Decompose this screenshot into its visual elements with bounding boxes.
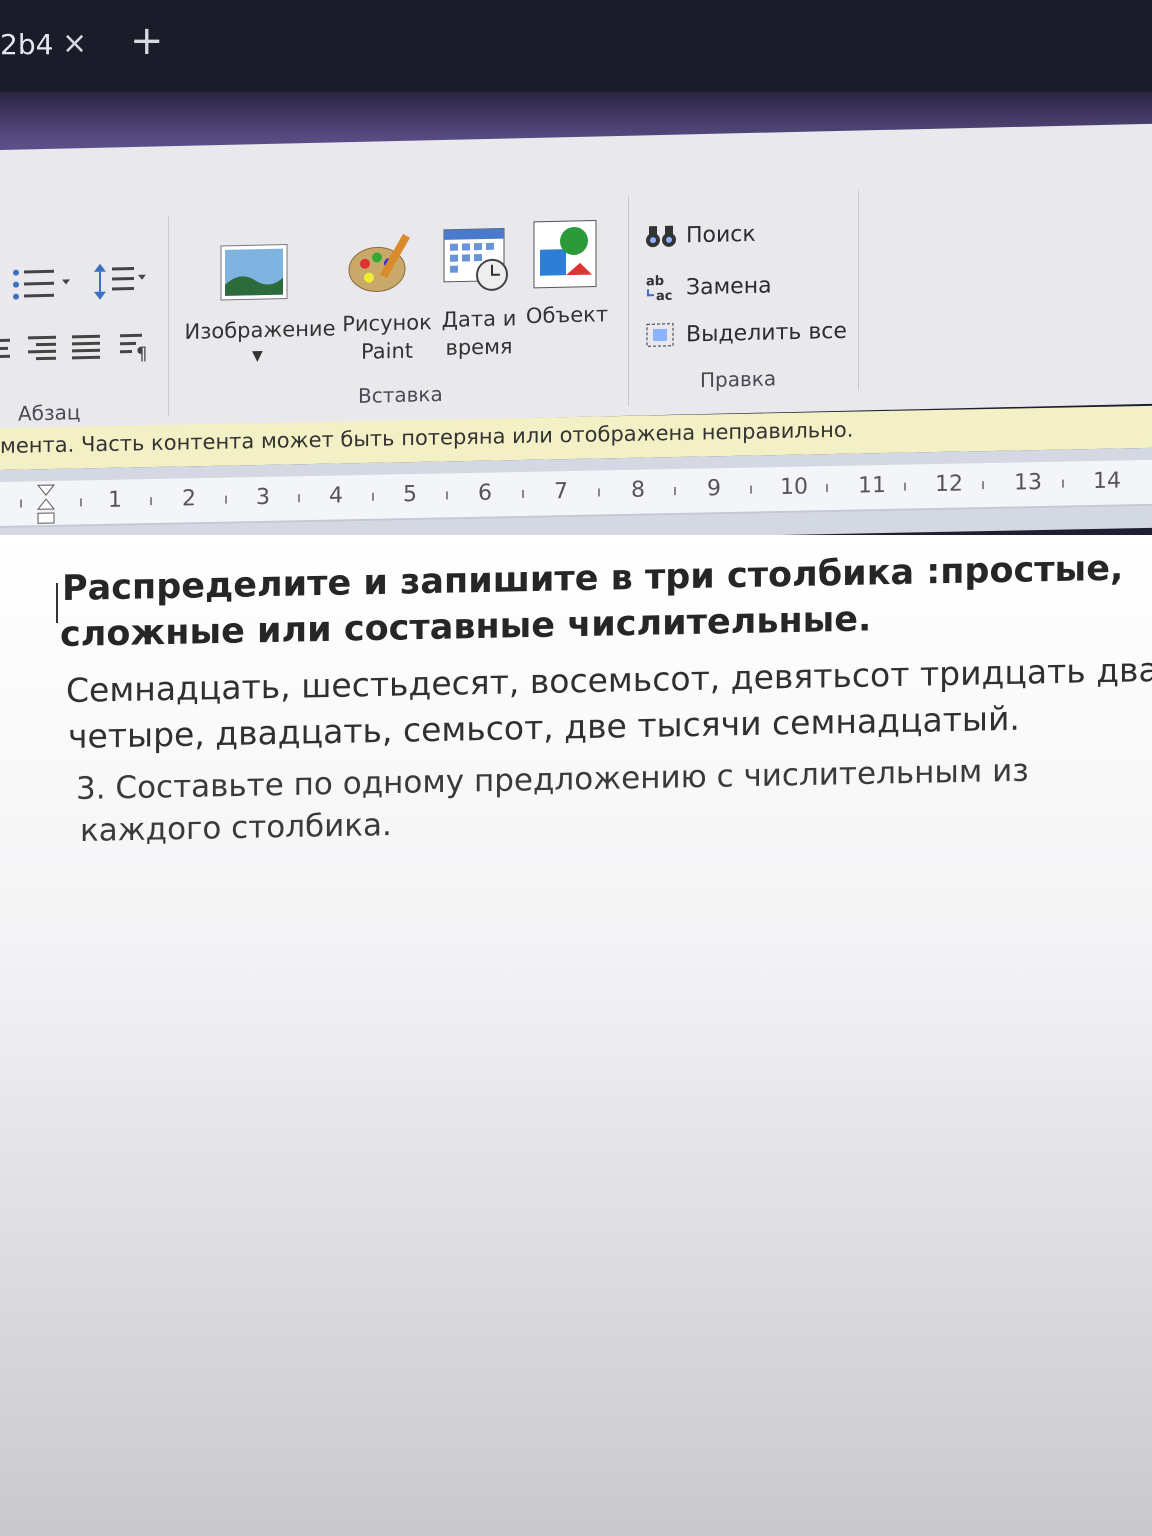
find-label: Поиск (686, 221, 756, 248)
select-all-icon (646, 323, 674, 347)
ruler-number: 7 (554, 479, 568, 505)
datetime-button-line2[interactable]: время (434, 332, 524, 362)
new-tab-icon[interactable]: + (130, 18, 164, 64)
ruler-tick (372, 492, 374, 501)
group-separator (628, 195, 629, 406)
ruler-number: 4 (329, 483, 343, 509)
select-all-label: Выделить все (686, 318, 847, 347)
text-cursor (56, 583, 58, 623)
select-all-button[interactable]: Выделить все (644, 317, 847, 350)
heading-line-2[interactable]: сложные или составные числительные. (60, 599, 871, 655)
task-line-1[interactable]: 3. Составьте по одному предложению с чис… (76, 753, 1029, 807)
ruler-number: 12 (935, 471, 963, 498)
edit-group-label: Правка (700, 366, 777, 393)
ruler-number: 1 (108, 487, 122, 513)
object-button[interactable]: Объект (522, 300, 612, 330)
ruler-tick (904, 482, 906, 491)
paragraph-settings-icon[interactable]: ¶ (118, 332, 154, 365)
ruler-number: 6 (478, 480, 492, 506)
close-tab-icon[interactable]: × (62, 26, 87, 61)
calendar-clock-icon[interactable] (442, 226, 512, 294)
ruler-tick (446, 491, 448, 500)
ruler-number: 11 (858, 472, 886, 499)
align-justify-icon[interactable] (70, 333, 102, 364)
ruler-tick (598, 488, 600, 497)
group-separator (858, 190, 859, 391)
edit-group: Поиск ab ac Замена Выделить все Правка (630, 130, 860, 415)
find-button[interactable]: Поиск (644, 221, 756, 250)
svg-text:ab: ab (646, 274, 664, 289)
align-right-icon[interactable] (26, 334, 58, 365)
datetime-button-line1[interactable]: Дата и (434, 304, 524, 334)
svg-text:¶: ¶ (136, 344, 147, 365)
ruler-number: 14 (1093, 468, 1121, 495)
bullet-list-icon[interactable] (8, 263, 78, 305)
ruler-tick (298, 494, 300, 503)
align-left-icon[interactable] (0, 335, 12, 365)
paragraph-group: ¶ Абзац (0, 146, 165, 430)
ribbon: ¶ Абзац Изображение ▼ Рисунок Paint Дата… (0, 123, 1152, 431)
ruler-number: 5 (403, 481, 417, 508)
binoculars-icon (646, 225, 676, 248)
object-icon[interactable] (532, 218, 598, 289)
ruler-tick (750, 485, 752, 494)
replace-button[interactable]: ab ac Замена (644, 270, 772, 303)
task-line-2[interactable]: каждого столбика. (80, 807, 392, 849)
ruler-tick (674, 487, 676, 496)
insert-group-label: Вставка (358, 381, 443, 408)
ruler-number: 10 (780, 474, 808, 501)
ruler-tick (982, 481, 984, 490)
document-page[interactable]: Распределите и запишите в три столбика :… (0, 535, 1152, 1536)
paint-palette-icon[interactable] (345, 229, 417, 297)
ruler-tick (150, 497, 152, 506)
browser-tab-bar: 2b4 × + (0, 0, 1152, 92)
image-dropdown-icon[interactable]: ▼ (252, 342, 263, 370)
heading-line-1[interactable]: Распределите и запишите в три столбика :… (62, 549, 1123, 609)
replace-label: Замена (686, 272, 772, 300)
paint-button-line1[interactable]: Рисунок (342, 308, 432, 338)
ruler-tick (225, 495, 227, 504)
paragraph-group-label: Абзац (18, 400, 81, 426)
paint-button-line2[interactable]: Paint (342, 336, 432, 366)
image-icon[interactable] (220, 243, 288, 301)
ruler-number: 2 (182, 486, 196, 512)
group-separator (168, 216, 169, 417)
indent-marker-icon[interactable] (36, 483, 56, 527)
paragraph-line-2[interactable]: четыре, двадцать, семьсот, две тысячи се… (68, 699, 1020, 756)
ruler-tick (80, 498, 82, 507)
ruler-number: 3 (256, 484, 270, 511)
browser-tab-title[interactable]: 2b4 (0, 28, 53, 61)
replace-icon: abac (646, 274, 672, 304)
ruler-tick (826, 484, 828, 493)
svg-text:ac: ac (656, 289, 672, 304)
ruler-number: 9 (707, 476, 721, 502)
ruler-tick (1062, 479, 1064, 488)
ruler-number: 8 (631, 477, 645, 503)
ruler-tick (522, 489, 524, 498)
ruler-tick (20, 499, 22, 508)
insert-group: Изображение ▼ Рисунок Paint Дата и время… (170, 136, 625, 426)
ruler-number: 13 (1014, 469, 1042, 496)
line-spacing-icon[interactable] (92, 259, 152, 304)
